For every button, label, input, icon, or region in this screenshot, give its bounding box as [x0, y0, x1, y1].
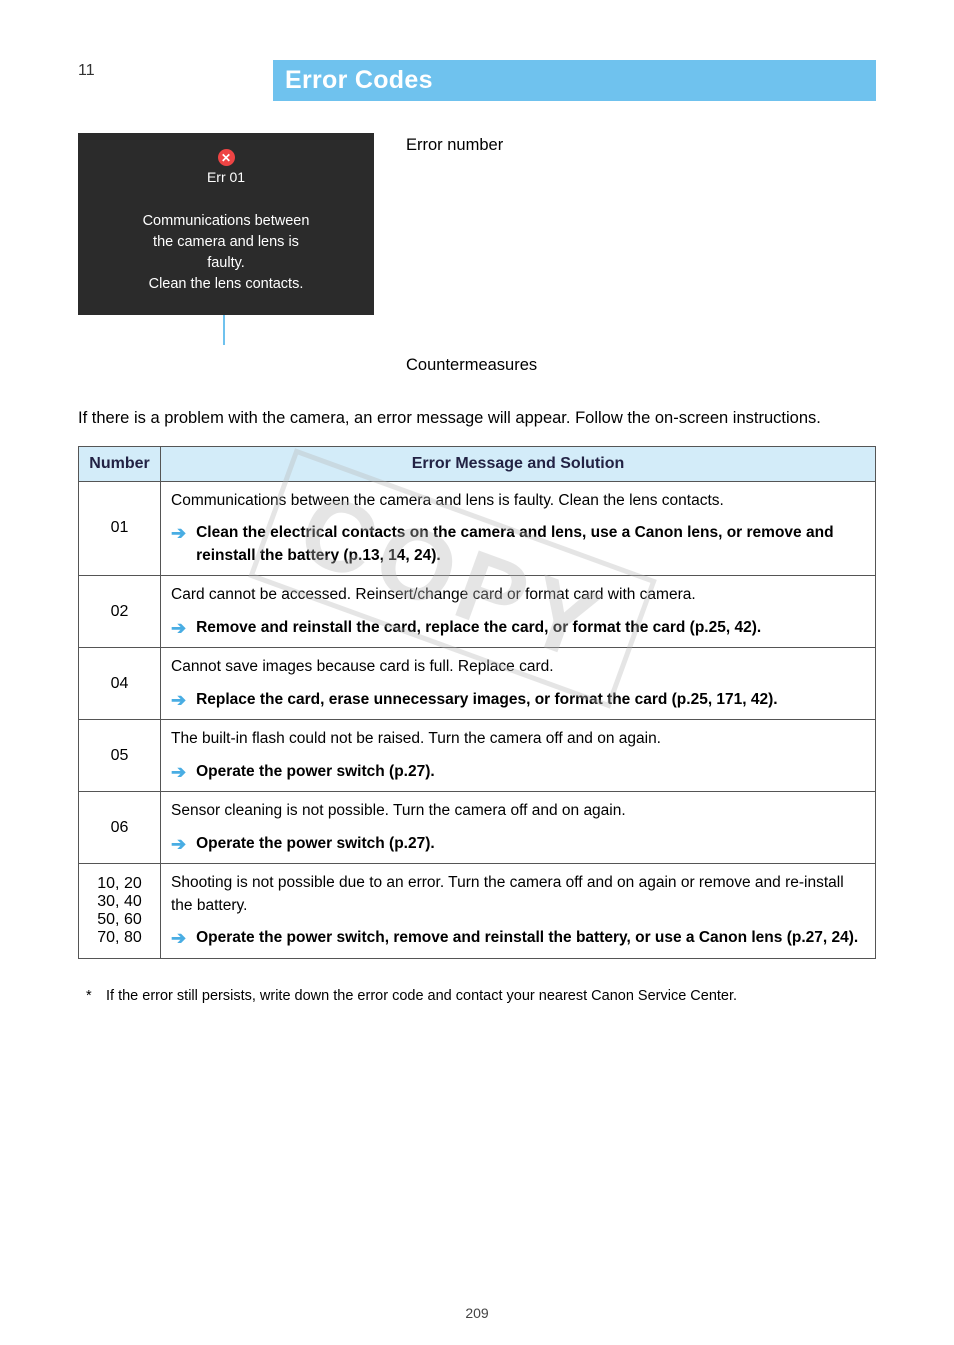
error-action: ➔ Operate the power switch (p.27). [171, 833, 865, 856]
error-action: ➔ Clean the electrical contacts on the ca… [171, 522, 865, 567]
table-row: 02 Card cannot be accessed. Reinsert/chan… [79, 576, 876, 648]
error-number-cell: 06 [79, 792, 161, 864]
error-message-cell: Card cannot be accessed. Reinsert/change… [161, 576, 876, 648]
error-number-label: Error number [406, 133, 876, 159]
camera-screen: ✕ Err 01 Communications between the came… [78, 133, 374, 315]
arrow-right-icon: ➔ [171, 834, 186, 856]
cam-msg-l1: Communications between [143, 213, 310, 229]
arrow-right-icon: ➔ [171, 690, 186, 712]
col-header-number: Number [79, 446, 161, 481]
countermeasures-label: Countermeasures [406, 353, 876, 379]
cam-msg-l2: the camera and lens is [153, 234, 299, 250]
error-action-text: Operate the power switch (p.27). [196, 833, 435, 855]
error-message-cell: Shooting is not possible due to an error… [161, 864, 876, 959]
error-message-text: Card cannot be accessed. Reinsert/change… [171, 584, 865, 606]
table-row: 10, 2030, 4050, 6070, 80Shooting is not … [79, 864, 876, 959]
table-row: 01 Communications between the camera and … [79, 481, 876, 575]
error-number-cell: 10, 2030, 4050, 6070, 80 [79, 864, 161, 959]
error-action-text: Remove and reinstall the card, replace t… [196, 617, 761, 639]
footnote: If the error still persists, write down … [78, 985, 876, 1007]
error-action-text: Replace the card, erase unnecessary imag… [196, 689, 778, 711]
table-row: 04 Cannot save images because card is ful… [79, 648, 876, 720]
cam-msg-l4: Clean the lens contacts. [149, 276, 304, 292]
table-row: 05 The built-in flash could not be raised… [79, 720, 876, 792]
callout-line-icon [223, 315, 225, 345]
page-number-bottom: 209 [0, 1305, 954, 1321]
arrow-right-icon: ➔ [171, 523, 186, 545]
camera-error-code: Err 01 [207, 169, 245, 185]
error-message-text: Cannot save images because card is full.… [171, 656, 865, 678]
error-message-cell: Cannot save images because card is full.… [161, 648, 876, 720]
col-header-message: Error Message and Solution [161, 446, 876, 481]
page-number-top: 11 [78, 60, 273, 80]
intro-paragraph: If there is a problem with the camera, a… [78, 406, 876, 432]
table-row: 06 Sensor cleaning is not possible. Turn … [79, 792, 876, 864]
error-action: ➔ Operate the power switch, remove and re… [171, 927, 865, 950]
error-action-text: Operate the power switch (p.27). [196, 761, 435, 783]
page-title: Error Codes [273, 60, 876, 101]
error-action: ➔ Replace the card, erase unnecessary ima… [171, 689, 865, 712]
error-action-text: Clean the electrical contacts on the cam… [196, 522, 865, 567]
error-number-cell: 05 [79, 720, 161, 792]
error-number-cell: 04 [79, 648, 161, 720]
arrow-right-icon: ➔ [171, 928, 186, 950]
error-number-cell: 01 [79, 481, 161, 575]
error-message-text: The built-in flash could not be raised. … [171, 728, 865, 750]
error-message-cell: Communications between the camera and le… [161, 481, 876, 575]
error-action-text: Operate the power switch, remove and rei… [196, 927, 858, 949]
error-action: ➔ Operate the power switch (p.27). [171, 761, 865, 784]
error-action: ➔ Remove and reinstall the card, replace … [171, 617, 865, 640]
error-code-table: Number Error Message and Solution 01 Comm… [78, 446, 876, 959]
error-message-cell: Sensor cleaning is not possible. Turn th… [161, 792, 876, 864]
error-number-cell: 02 [79, 576, 161, 648]
arrow-right-icon: ➔ [171, 762, 186, 784]
camera-error-preview: ✕ Err 01 Communications between the came… [78, 133, 374, 315]
camera-error-message: Communications between the camera and le… [90, 211, 362, 295]
error-message-cell: The built-in flash could not be raised. … [161, 720, 876, 792]
error-message-text: Shooting is not possible due to an error… [171, 872, 865, 917]
error-message-text: Sensor cleaning is not possible. Turn th… [171, 800, 865, 822]
cam-msg-l3: faulty. [207, 255, 245, 271]
arrow-right-icon: ➔ [171, 618, 186, 640]
error-x-icon: ✕ [218, 149, 235, 166]
page-header: 11 Error Codes [78, 60, 876, 101]
error-message-text: Communications between the camera and le… [171, 490, 865, 512]
